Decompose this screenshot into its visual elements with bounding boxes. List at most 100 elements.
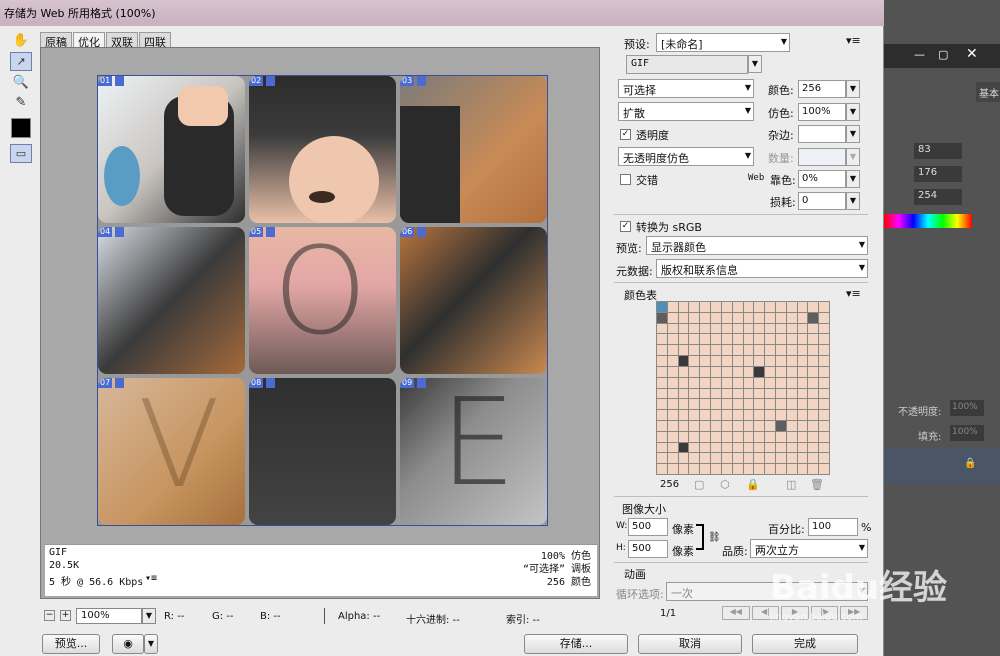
color-swatch[interactable] [678,453,689,464]
color-swatch[interactable] [819,442,829,453]
color-swatch[interactable] [808,431,819,442]
color-swatch[interactable] [786,453,797,464]
color-swatch[interactable] [743,302,754,312]
color-swatch[interactable] [667,312,678,323]
color-swatch[interactable] [678,334,689,345]
color-swatch[interactable] [808,312,819,323]
color-swatch[interactable] [689,377,700,388]
hand-tool-icon[interactable]: ✋ [10,30,32,50]
color-swatch[interactable] [700,345,711,356]
lock-icon[interactable]: 🔒 [746,478,760,491]
chevron-down-icon[interactable]: ▼ [846,103,860,121]
color-swatch[interactable] [754,399,765,410]
color-swatch[interactable] [700,312,711,323]
first-frame-icon[interactable]: ◀◀ [722,606,750,620]
color-swatch[interactable] [721,345,732,356]
color-swatch[interactable] [819,410,829,420]
color-swatch[interactable] [732,377,743,388]
toggle-slices-icon[interactable]: ▭ [10,144,32,163]
color-swatch[interactable] [667,323,678,334]
color-swatch[interactable] [721,312,732,323]
color-swatch[interactable] [732,442,743,453]
color-swatch[interactable] [657,410,667,420]
color-swatch[interactable] [689,302,700,312]
color-swatch[interactable] [743,345,754,356]
slice-08[interactable]: 08 [249,378,396,525]
color-swatch[interactable] [786,366,797,377]
color-swatch[interactable] [689,323,700,334]
color-swatch[interactable] [678,442,689,453]
color-swatch[interactable] [657,388,667,399]
color-swatch[interactable] [797,388,808,399]
color-swatch[interactable] [754,334,765,345]
color-swatch[interactable] [657,453,667,464]
color-swatch[interactable] [808,366,819,377]
color-swatch[interactable] [797,366,808,377]
zoom-tool-icon[interactable]: 🔍 [10,72,32,92]
color-swatch[interactable] [754,356,765,366]
color-swatch[interactable] [721,334,732,345]
color-swatch[interactable] [743,453,754,464]
color-swatch[interactable] [797,399,808,410]
color-swatch[interactable] [711,356,721,366]
info-menu-icon[interactable]: ▾≡ [145,573,157,584]
matte-input[interactable] [798,125,846,143]
color-swatch[interactable] [667,345,678,356]
color-swatch[interactable] [700,410,711,420]
color-swatch[interactable] [721,410,732,420]
color-swatch[interactable] [765,323,775,334]
color-swatch[interactable] [657,345,667,356]
color-swatch[interactable] [743,420,754,431]
color-swatch[interactable] [657,442,667,453]
color-swatch[interactable] [797,356,808,366]
color-swatch[interactable] [721,399,732,410]
color-swatch[interactable] [678,431,689,442]
color-swatch[interactable] [786,312,797,323]
color-swatch[interactable] [819,302,829,312]
color-swatch[interactable] [657,377,667,388]
color-swatch[interactable] [657,464,667,474]
dither-algorithm-select[interactable]: 扩散 ▼ [618,102,754,121]
color-swatch[interactable] [775,334,786,345]
color-swatch[interactable] [743,356,754,366]
color-swatch[interactable] [775,420,786,431]
chain-link-icon[interactable]: ⛓ [708,532,721,543]
color-swatch[interactable] [754,302,765,312]
tab-2up[interactable]: 双联 [106,32,138,49]
color-swatch[interactable] [732,356,743,366]
color-swatch[interactable] [743,366,754,377]
color-swatch[interactable] [743,323,754,334]
color-swatch[interactable] [711,323,721,334]
color-swatch[interactable] [678,399,689,410]
workspace-basic[interactable]: 基本 [976,82,1000,102]
color-swatch[interactable] [689,464,700,474]
color-swatch[interactable] [732,410,743,420]
color-swatch[interactable] [754,453,765,464]
slice-01[interactable]: 01 [98,76,245,223]
color-swatch[interactable] [819,323,829,334]
color-swatch[interactable] [765,377,775,388]
chevron-down-icon[interactable]: ▼ [144,634,158,654]
color-swatch[interactable] [678,388,689,399]
color-swatch[interactable] [808,388,819,399]
color-swatch[interactable] [808,345,819,356]
channel-value-2[interactable]: 176 [914,166,962,182]
color-swatch[interactable] [765,420,775,431]
new-color-icon[interactable]: ◫ [786,478,796,491]
color-swatch[interactable] [797,302,808,312]
srgb-checkbox[interactable]: ✓ [620,221,631,232]
color-swatch[interactable] [667,388,678,399]
color-swatch[interactable] [808,410,819,420]
chevron-down-icon[interactable]: ▼ [846,192,860,210]
chevron-down-icon[interactable]: ▼ [748,55,762,73]
color-swatch[interactable] [797,431,808,442]
color-swatch[interactable] [765,431,775,442]
colors-input[interactable]: 256 [798,80,846,98]
color-swatch[interactable] [689,366,700,377]
color-swatch[interactable] [667,410,678,420]
zoom-out-button[interactable]: − [44,610,55,621]
color-swatch[interactable] [689,399,700,410]
eyedropper-tool-icon[interactable]: ✎ [10,92,32,112]
map-to-transparent-icon[interactable]: ▢ [694,478,704,491]
color-swatch[interactable] [721,442,732,453]
